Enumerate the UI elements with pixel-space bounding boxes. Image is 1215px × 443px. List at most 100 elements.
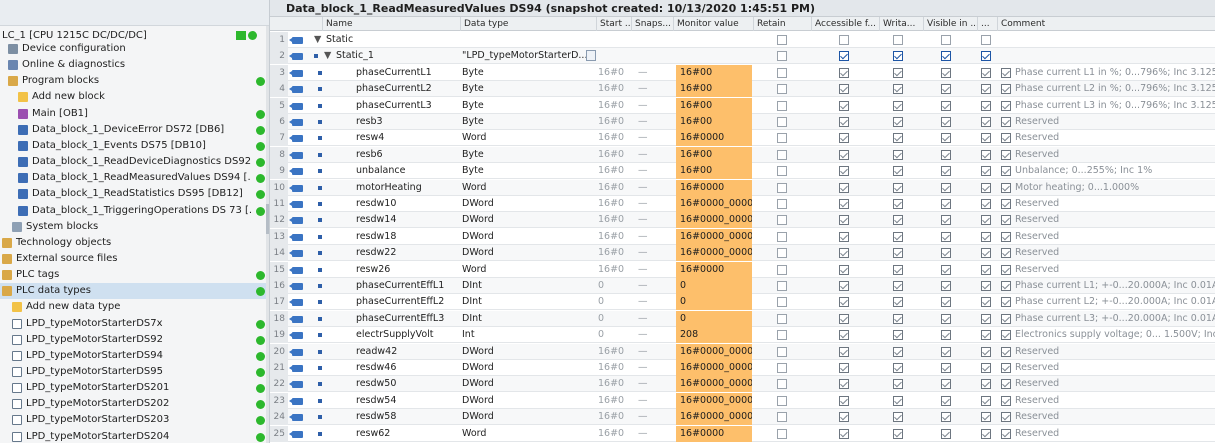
tree-node[interactable]: Data_block_1_Events DS75 [DB10] bbox=[0, 138, 269, 154]
writable-checkbox[interactable] bbox=[893, 395, 903, 406]
start-value[interactable]: 16#0 bbox=[598, 163, 628, 179]
visible-checkbox[interactable] bbox=[941, 35, 951, 45]
tree-node[interactable]: Add new block bbox=[0, 89, 269, 105]
setpoint-checkbox[interactable] bbox=[981, 35, 991, 45]
comment-flag-checkbox[interactable] bbox=[1001, 231, 1011, 242]
comment-flag-checkbox[interactable] bbox=[1001, 428, 1011, 439]
accessible-checkbox[interactable] bbox=[839, 297, 849, 308]
table-row[interactable]: 9 unbalance Byte 16#0 — 16#00 Unbalance; 0...2… bbox=[270, 163, 1215, 180]
start-value[interactable]: 16#0 bbox=[598, 196, 628, 212]
variable-name[interactable]: Static bbox=[326, 32, 446, 48]
start-value[interactable]: 16#0 bbox=[598, 212, 628, 228]
tree-node[interactable]: LPD_typeMotorStarterDS202 bbox=[0, 396, 269, 412]
tree-node[interactable]: Device configuration bbox=[0, 41, 269, 57]
comment-flag-checkbox[interactable] bbox=[1001, 264, 1011, 275]
variable-datatype[interactable]: Byte bbox=[462, 114, 594, 130]
visible-checkbox[interactable] bbox=[941, 363, 951, 373]
table-row[interactable]: 22 resdw50 DWord 16#0 — 16#0000_0000 Reserved bbox=[270, 376, 1215, 393]
setpoint-checkbox[interactable] bbox=[981, 166, 991, 177]
column-more[interactable]: ... bbox=[977, 17, 997, 31]
variable-comment[interactable]: Phase current L2; +-0...20.000A; Inc 0.0… bbox=[1015, 294, 1215, 310]
column-name[interactable]: Name bbox=[322, 17, 460, 31]
start-value[interactable]: 16#0 bbox=[598, 130, 628, 146]
variable-datatype[interactable]: DWord bbox=[462, 360, 594, 376]
comment-flag-checkbox[interactable] bbox=[1001, 199, 1011, 209]
writable-checkbox[interactable] bbox=[893, 313, 903, 324]
tree-node[interactable]: LPD_typeMotorStarterDS204 bbox=[0, 429, 269, 443]
writable-checkbox[interactable] bbox=[893, 297, 903, 308]
tree-node[interactable]: LPD_typeMotorStarterDS7x bbox=[0, 316, 269, 332]
table-row[interactable]: 19 electrSupplyVolt Int 0 — 208 Electronics su… bbox=[270, 327, 1215, 344]
variable-comment[interactable]: Reserved bbox=[1015, 212, 1215, 228]
variable-name[interactable]: phaseCurrentL3 bbox=[356, 98, 476, 114]
visible-checkbox[interactable] bbox=[941, 51, 951, 62]
table-row[interactable]: 25 resw62 Word 16#0 — 16#0000 Reserved bbox=[270, 425, 1215, 442]
accessible-checkbox[interactable] bbox=[839, 215, 849, 226]
variable-comment[interactable]: Phase current L3 in %; 0...796%; Inc 3.1… bbox=[1015, 98, 1215, 114]
retain-checkbox[interactable] bbox=[777, 281, 787, 291]
column-snapshot[interactable]: Snaps... bbox=[631, 17, 673, 31]
visible-checkbox[interactable] bbox=[941, 428, 951, 439]
accessible-checkbox[interactable] bbox=[839, 428, 849, 439]
table-row[interactable]: 20 readw42 DWord 16#0 — 16#0000_0000 Reserved bbox=[270, 343, 1215, 360]
retain-checkbox[interactable] bbox=[777, 231, 787, 242]
variable-comment[interactable]: Phase current L1; +-0...20.000A; Inc 0.0… bbox=[1015, 278, 1215, 294]
comment-flag-checkbox[interactable] bbox=[1001, 395, 1011, 406]
writable-checkbox[interactable] bbox=[893, 412, 903, 423]
variable-datatype[interactable]: Byte bbox=[462, 81, 594, 97]
variable-comment[interactable]: Reserved bbox=[1015, 196, 1215, 212]
column-writable[interactable]: Writa... bbox=[879, 17, 923, 31]
setpoint-checkbox[interactable] bbox=[981, 379, 991, 390]
comment-flag-checkbox[interactable] bbox=[1001, 363, 1011, 373]
start-value[interactable]: 0 bbox=[598, 311, 628, 327]
start-value[interactable]: 16#0 bbox=[598, 376, 628, 392]
visible-checkbox[interactable] bbox=[941, 297, 951, 308]
variable-datatype[interactable]: Byte bbox=[462, 65, 594, 81]
variable-name[interactable]: resb3 bbox=[356, 114, 476, 130]
column-comment[interactable]: Comment bbox=[997, 17, 1215, 31]
retain-checkbox[interactable] bbox=[777, 379, 787, 390]
visible-checkbox[interactable] bbox=[941, 100, 951, 111]
setpoint-checkbox[interactable] bbox=[981, 313, 991, 324]
accessible-checkbox[interactable] bbox=[839, 35, 849, 45]
accessible-checkbox[interactable] bbox=[839, 67, 849, 78]
accessible-checkbox[interactable] bbox=[839, 313, 849, 324]
variable-comment[interactable]: Phase current L1 in %; 0...796%; Inc 3.1… bbox=[1015, 65, 1215, 81]
retain-checkbox[interactable] bbox=[777, 395, 787, 406]
table-row[interactable]: 14 resdw22 DWord 16#0 — 16#0000_0000 Reserved bbox=[270, 245, 1215, 262]
visible-checkbox[interactable] bbox=[941, 281, 951, 291]
retain-checkbox[interactable] bbox=[777, 35, 787, 45]
tree-node[interactable]: Data_block_1_ReadDeviceDiagnostics DS92 bbox=[0, 154, 269, 170]
table-row[interactable]: 5 phaseCurrentL3 Byte 16#0 — 16#00 Phase curre… bbox=[270, 97, 1215, 114]
retain-checkbox[interactable] bbox=[777, 117, 787, 127]
accessible-checkbox[interactable] bbox=[839, 133, 849, 144]
accessible-checkbox[interactable] bbox=[839, 51, 849, 62]
tree-node[interactable]: Data_block_1_TriggeringOperations DS 73 … bbox=[0, 203, 269, 219]
variable-comment[interactable]: Motor heating; 0...1.000% bbox=[1015, 180, 1215, 196]
retain-checkbox[interactable] bbox=[777, 51, 787, 62]
table-row[interactable]: 8 resb6 Byte 16#0 — 16#00 Reserved bbox=[270, 146, 1215, 163]
visible-checkbox[interactable] bbox=[941, 182, 951, 193]
tree-node[interactable]: LPD_typeMotorStarterDS92 bbox=[0, 332, 269, 348]
comment-flag-checkbox[interactable] bbox=[1001, 281, 1011, 291]
visible-checkbox[interactable] bbox=[941, 117, 951, 127]
variable-name[interactable]: phaseCurrentEffL2 bbox=[356, 294, 476, 310]
setpoint-checkbox[interactable] bbox=[981, 100, 991, 111]
variable-comment[interactable]: Reserved bbox=[1015, 344, 1215, 360]
writable-checkbox[interactable] bbox=[893, 231, 903, 242]
table-row[interactable]: 3 phaseCurrentL1 Byte 16#0 — 16#00 Phase curre… bbox=[270, 64, 1215, 81]
variable-datatype[interactable]: DInt bbox=[462, 278, 594, 294]
start-value[interactable]: 16#0 bbox=[598, 426, 628, 442]
writable-checkbox[interactable] bbox=[893, 379, 903, 390]
variable-comment[interactable]: Reserved bbox=[1015, 426, 1215, 442]
table-row[interactable]: 11 resdw10 DWord 16#0 — 16#0000_0000 Reserved bbox=[270, 196, 1215, 212]
variable-comment[interactable] bbox=[1015, 32, 1215, 48]
table-row[interactable]: 17 phaseCurrentEffL2 DInt 0—0 Phase current … bbox=[270, 294, 1215, 311]
visible-checkbox[interactable] bbox=[941, 379, 951, 390]
retain-checkbox[interactable] bbox=[777, 149, 787, 160]
accessible-checkbox[interactable] bbox=[839, 84, 849, 95]
retain-checkbox[interactable] bbox=[777, 264, 787, 275]
tree-node[interactable]: Data_block_1_ReadStatistics DS95 [DB12] bbox=[0, 186, 269, 202]
retain-checkbox[interactable] bbox=[777, 100, 787, 111]
variable-comment[interactable]: Reserved bbox=[1015, 409, 1215, 425]
